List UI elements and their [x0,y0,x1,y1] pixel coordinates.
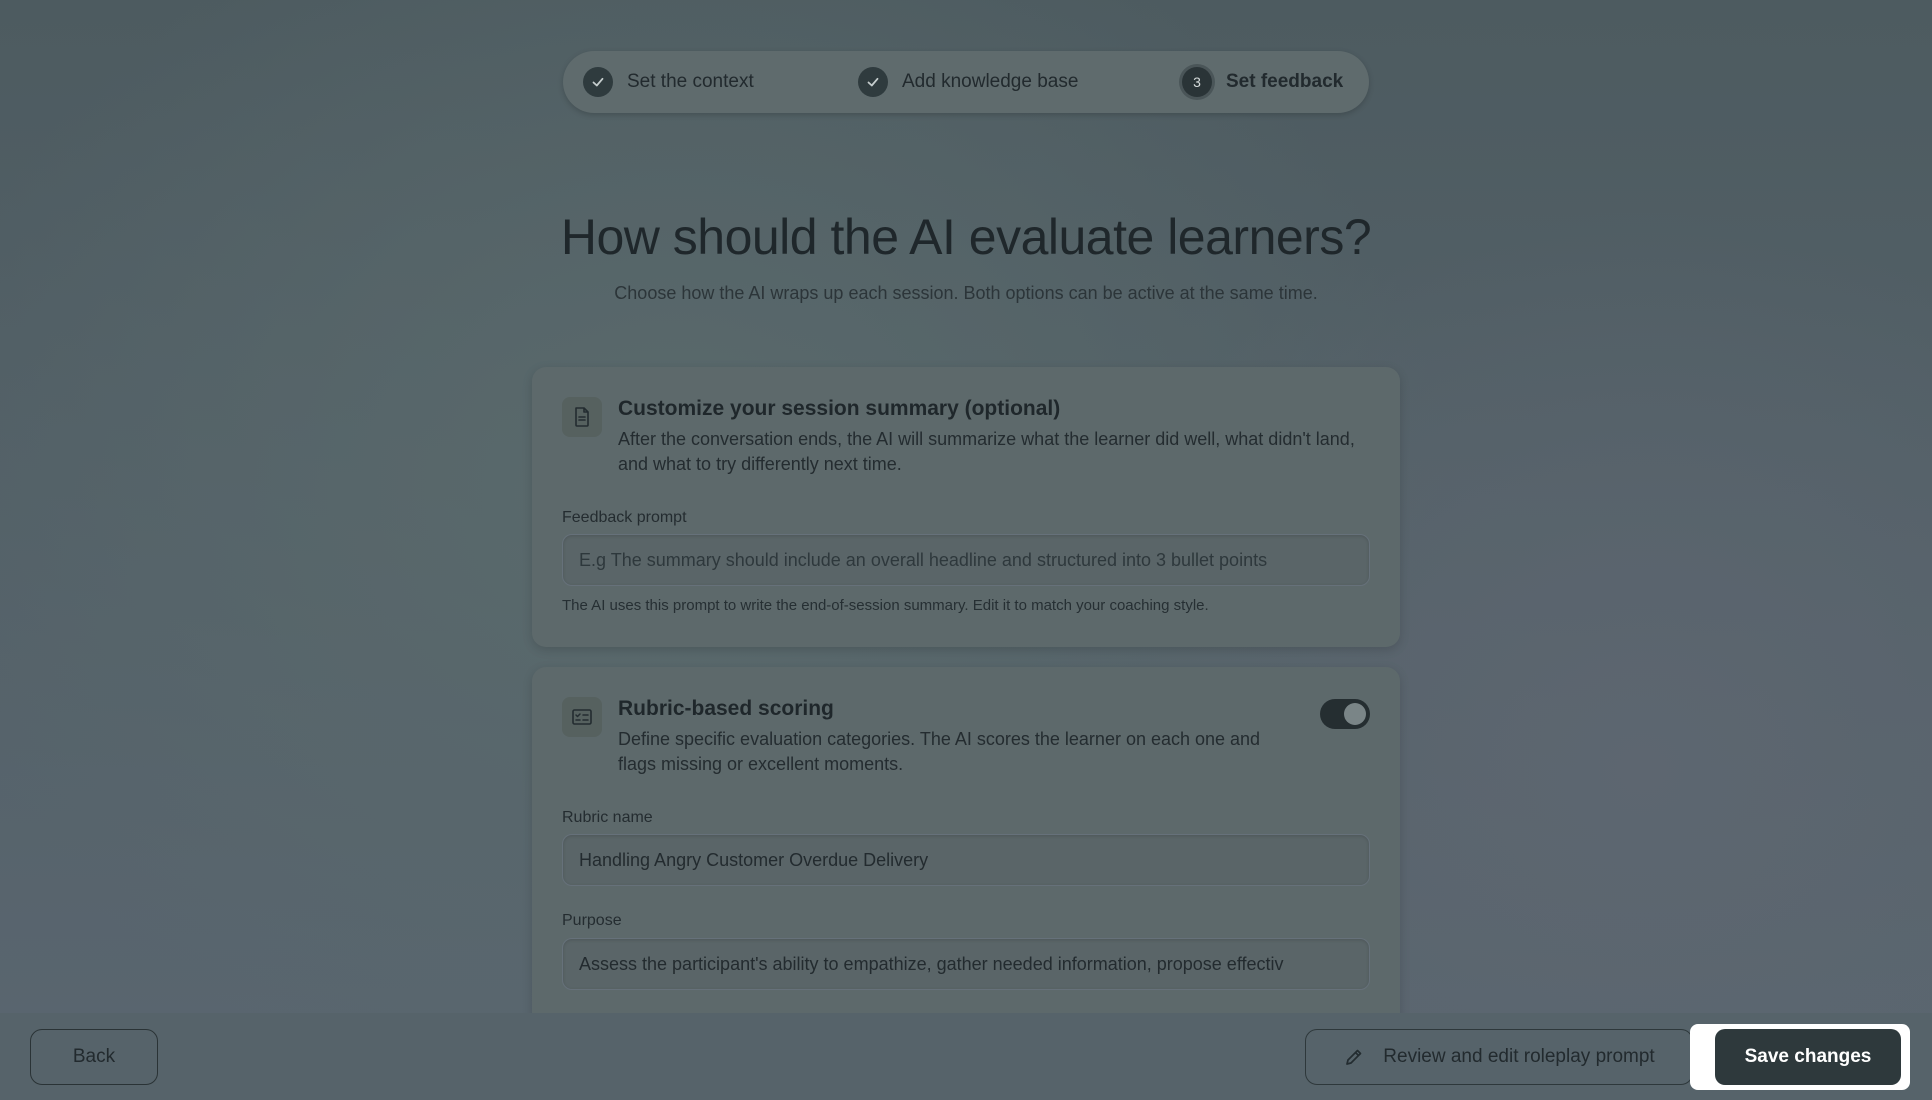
card-description: Define specific evaluation categories. T… [618,729,1261,774]
step-knowledge-base[interactable]: Add knowledge base [858,67,1078,97]
purpose-label: Purpose [562,912,622,929]
purpose-input[interactable]: Assess the participant's ability to empa… [562,938,1370,990]
page-title: How should the AI evaluate learners? [560,209,1372,265]
step-set-feedback[interactable]: 3 Set feedback [1182,67,1343,97]
save-changes-button[interactable]: Save changes [1715,1029,1901,1085]
checklist-icon [562,697,602,737]
feedback-prompt-input[interactable]: E.g The summary should include an overal… [562,534,1370,586]
rubric-name-label: Rubric name [562,809,653,826]
card-title: Rubric-based scoring [618,697,834,720]
step-number: 3 [1182,67,1212,97]
step-label: Add knowledge base [902,71,1079,92]
review-prompt-button[interactable]: Review and edit roleplay prompt [1305,1029,1693,1085]
pencil-icon [1343,1046,1365,1068]
rubric-name-input[interactable]: Handling Angry Customer Overdue Delivery [562,834,1370,886]
card-description: After the conversation ends, the AI will… [618,429,1355,474]
step-set-context[interactable]: Set the context [583,67,754,97]
feedback-prompt-hint: The AI uses this prompt to write the end… [562,597,1209,614]
page-subtitle: Choose how the AI wraps up each session.… [614,283,1318,303]
rubric-scoring-toggle[interactable] [1320,699,1370,729]
check-icon [858,67,888,97]
progress-stepper: Set the context Add knowledge base 3 Set… [563,51,1369,113]
rubric-scoring-card: Rubric-based scoring Define specific eva… [532,667,1400,1027]
back-button[interactable]: Back [30,1029,158,1085]
review-prompt-label: Review and edit roleplay prompt [1383,1046,1655,1067]
feedback-prompt-label: Feedback prompt [562,509,687,526]
step-label: Set the context [627,71,754,92]
session-summary-card: Customize your session summary (optional… [532,367,1400,647]
toggle-knob [1344,703,1366,725]
document-icon [562,397,602,437]
check-icon [583,67,613,97]
card-title: Customize your session summary (optional… [618,397,1061,420]
step-label: Set feedback [1226,71,1344,92]
